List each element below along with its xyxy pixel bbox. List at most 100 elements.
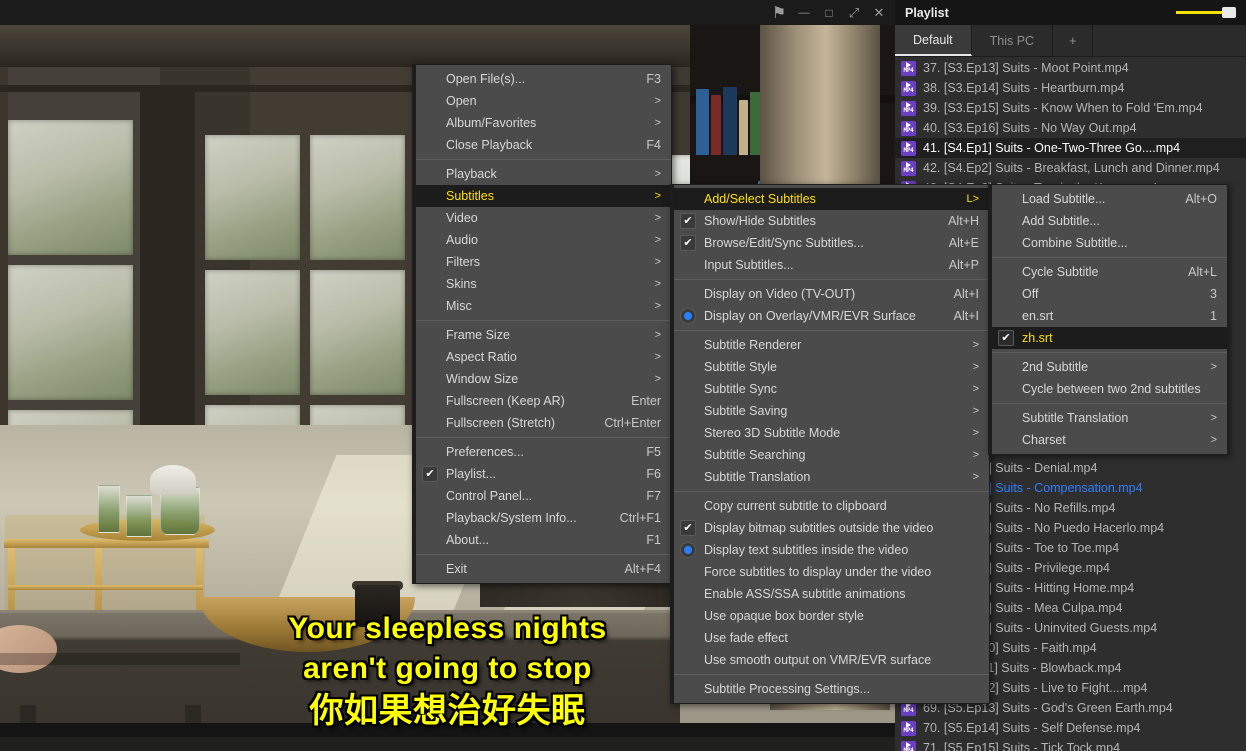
submenu-item-subtitle-renderer[interactable]: Subtitle Renderer > [674,334,989,356]
menu-item-label: Misc [446,299,472,313]
close-button[interactable]: ✕ [865,0,893,25]
menu-item-close-playback[interactable]: Close Playback F4 [416,134,671,156]
menu-item-filters[interactable]: Filters > [416,251,671,273]
submenu-item-subtitle-saving[interactable]: Subtitle Saving > [674,400,989,422]
checkmark-icon: ✔ [680,213,696,229]
addsel-item-zh-srt[interactable]: ✔ zh.srt [992,327,1227,349]
addsel-item-charset[interactable]: Charset > [992,429,1227,451]
playlist-row-label: 42. [S4.Ep2] Suits - Breakfast, Lunch an… [923,161,1220,175]
volume-slider[interactable] [1176,7,1236,18]
submenu-item-use-opaque-box-border-style[interactable]: Use opaque box border style [674,605,989,627]
addsel-item-off[interactable]: Off 3 [992,283,1227,305]
menu-item-about[interactable]: About... F1 [416,529,671,551]
maximize-button[interactable]: □ [815,0,843,25]
menu-item-control-panel[interactable]: Control Panel... F7 [416,485,671,507]
submenu-item-stereo-3d-subtitle-mode[interactable]: Stereo 3D Subtitle Mode > [674,422,989,444]
pin-icon[interactable]: ⚑ [765,0,793,25]
submenu-item-use-smooth-output-on-vmr-evr-surface[interactable]: Use smooth output on VMR/EVR surface [674,649,989,671]
submenu-item-show-hide-subtitles[interactable]: ✔ Show/Hide Subtitles Alt+H [674,210,989,232]
playlist-tab-this-pc[interactable]: This PC [972,25,1054,56]
playlist-row[interactable]: MP4 39. [S3.Ep15] Suits - Know When to Fo… [895,98,1246,118]
submenu-item-force-subtitles-to-display-under-the-vid[interactable]: Force subtitles to display under the vid… [674,561,989,583]
addsel-item-add-subtitle[interactable]: Add Subtitle... [992,210,1227,232]
main-context-menu[interactable]: Open File(s)... F3 Open > Album/Favorites > Cl… [412,64,672,584]
addsel-item-cycle-subtitle[interactable]: Cycle Subtitle Alt+L [992,261,1227,283]
playlist-row[interactable]: MP4 41. [S4.Ep1] Suits - One-Two-Three Go… [895,138,1246,158]
playlist-row-label: 40. [S3.Ep16] Suits - No Way Out.mp4 [923,121,1137,135]
playlist-row[interactable]: MP4 40. [S3.Ep16] Suits - No Way Out.mp4 [895,118,1246,138]
submenu-item-enable-ass-ssa-subtitle-animations[interactable]: Enable ASS/SSA subtitle animations [674,583,989,605]
submenu-arrow-icon: > [654,168,661,180]
submenu-item-subtitle-translation[interactable]: Subtitle Translation > [674,466,989,488]
menu-item-fullscreen-stretch[interactable]: Fullscreen (Stretch) Ctrl+Enter [416,412,671,434]
menu-item-preferences[interactable]: Preferences... F5 [416,441,671,463]
playlist-tabs[interactable]: Default This PC + [895,25,1246,57]
menu-item-label: Skins [446,277,477,291]
menu-item-playback-system-info[interactable]: Playback/System Info... Ctrl+F1 [416,507,671,529]
checkmark-icon: ✔ [998,330,1014,346]
playlist-row[interactable]: MP4 37. [S3.Ep13] Suits - Moot Point.mp4 [895,58,1246,78]
menu-item-shortcut: Alt+H [948,214,979,228]
menu-item-label: 2nd Subtitle [1022,360,1089,374]
menu-item-video[interactable]: Video > [416,207,671,229]
menu-item-shortcut: Alt+F4 [624,562,661,576]
minimize-button[interactable]: — [790,0,818,25]
menu-item-label: Browse/Edit/Sync Subtitles... [704,236,864,250]
submenu-item-add-select-subtitles[interactable]: Add/Select Subtitles L> [674,188,989,210]
playlist-row[interactable]: MP4 38. [S3.Ep14] Suits - Heartburn.mp4 [895,78,1246,98]
addsel-item-load-subtitle[interactable]: Load Subtitle... Alt+O [992,188,1227,210]
menu-item-shortcut: F1 [646,533,661,547]
menu-item-skins[interactable]: Skins > [416,273,671,295]
menu-item-subtitles[interactable]: Subtitles > [416,185,671,207]
submenu-item-subtitle-sync[interactable]: Subtitle Sync > [674,378,989,400]
menu-item-window-size[interactable]: Window Size > [416,368,671,390]
mp4-file-icon: MP4 [901,160,916,176]
volume-knob[interactable] [1222,7,1236,18]
menu-item-aspect-ratio[interactable]: Aspect Ratio > [416,346,671,368]
menu-item-open-file-s[interactable]: Open File(s)... F3 [416,68,671,90]
subtitles-submenu[interactable]: Add/Select Subtitles L> ✔ Show/Hide Subtitl… [670,184,990,704]
menu-item-frame-size[interactable]: Frame Size > [416,324,671,346]
playlist-tab-add[interactable]: + [1053,25,1094,56]
addsel-item-combine-subtitle[interactable]: Combine Subtitle... [992,232,1227,254]
submenu-item-copy-current-subtitle-to-clipboard[interactable]: Copy current subtitle to clipboard [674,495,989,517]
submenu-item-browse-edit-sync-subtitles[interactable]: ✔ Browse/Edit/Sync Subtitles... Alt+E [674,232,989,254]
playlist-row[interactable]: MP4 70. [S5.Ep14] Suits - Self Defense.mp… [895,718,1246,738]
fullscreen-button[interactable]: ⤢ [840,0,868,25]
addsel-item-2nd-subtitle[interactable]: 2nd Subtitle > [992,356,1227,378]
submenu-item-display-on-video-tv-out[interactable]: Display on Video (TV-OUT) Alt+I [674,283,989,305]
submenu-item-subtitle-searching[interactable]: Subtitle Searching > [674,444,989,466]
submenu-item-display-text-subtitles-inside-the-video[interactable]: Display text subtitles inside the video [674,539,989,561]
submenu-arrow-icon: > [972,405,979,417]
addsel-item-cycle-between-two-2nd-subtitles[interactable]: Cycle between two 2nd subtitles [992,378,1227,400]
menu-separator [674,279,989,280]
menu-item-playback[interactable]: Playback > [416,163,671,185]
submenu-item-use-fade-effect[interactable]: Use fade effect [674,627,989,649]
fullscreen-glyph: ⤢ [848,4,860,20]
menu-item-audio[interactable]: Audio > [416,229,671,251]
menu-item-fullscreen-keep-ar[interactable]: Fullscreen (Keep AR) Enter [416,390,671,412]
playlist-tab-default[interactable]: Default [895,25,972,56]
submenu-item-display-on-overlay-vmr-evr-surface[interactable]: Display on Overlay/VMR/EVR Surface Alt+I [674,305,989,327]
submenu-item-input-subtitles[interactable]: Input Subtitles... Alt+P [674,254,989,276]
add-select-subtitles-submenu[interactable]: Load Subtitle... Alt+O Add Subtitle... Comb… [988,184,1228,455]
addsel-item-subtitle-translation[interactable]: Subtitle Translation > [992,407,1227,429]
mp4-file-icon: MP4 [901,140,916,156]
menu-item-playlist[interactable]: ✔ Playlist... F6 [416,463,671,485]
submenu-item-display-bitmap-subtitles-outside-the-vid[interactable]: ✔ Display bitmap subtitles outside the vi… [674,517,989,539]
mp4-file-icon: MP4 [901,740,916,751]
playlist-row[interactable]: MP4 42. [S4.Ep2] Suits - Breakfast, Lunch… [895,158,1246,178]
menu-item-open[interactable]: Open > [416,90,671,112]
addsel-item-en-srt[interactable]: en.srt 1 [992,305,1227,327]
menu-item-label: Playlist... [446,467,497,481]
menu-item-album-favorites[interactable]: Album/Favorites > [416,112,671,134]
submenu-item-subtitle-processing-settings[interactable]: Subtitle Processing Settings... [674,678,989,700]
volume-track[interactable] [1176,11,1224,14]
playlist-row[interactable]: MP4 71. [S5.Ep15] Suits - Tick Tock.mp4 [895,738,1246,751]
minimize-glyph: — [798,6,810,19]
menu-item-label: Display bitmap subtitles outside the vid… [704,521,934,535]
menu-item-misc[interactable]: Misc > [416,295,671,317]
menu-item-exit[interactable]: Exit Alt+F4 [416,558,671,580]
menu-item-label: Display on Overlay/VMR/EVR Surface [704,309,916,323]
submenu-item-subtitle-style[interactable]: Subtitle Style > [674,356,989,378]
